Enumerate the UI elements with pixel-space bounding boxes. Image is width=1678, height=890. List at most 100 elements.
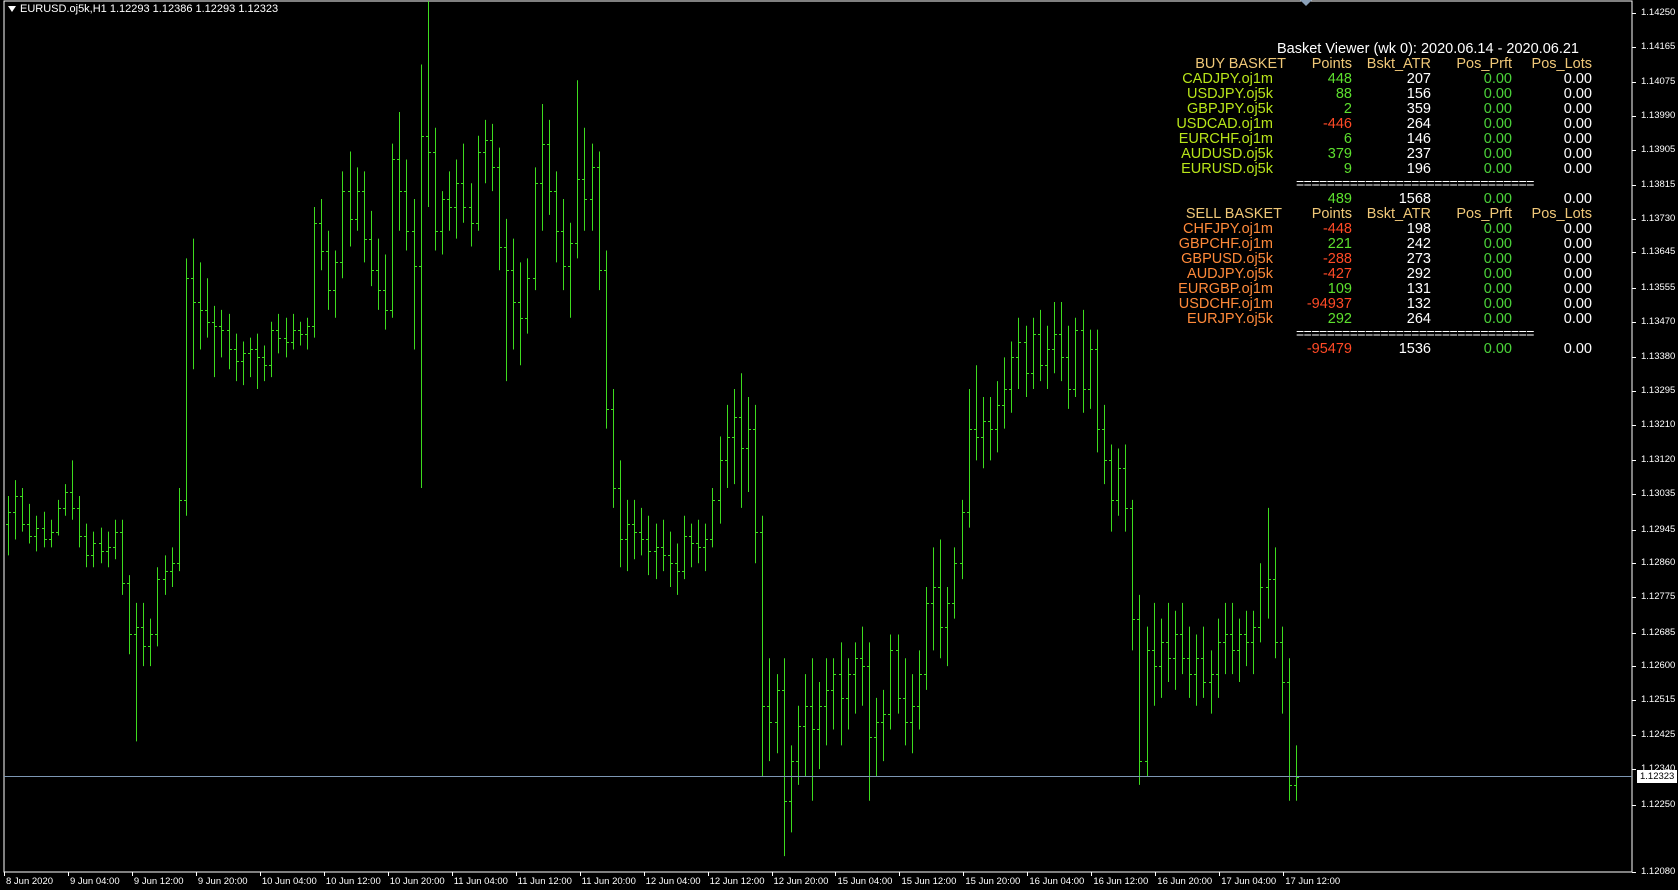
ohlc-bar — [255, 333, 260, 390]
price-tick-label: 1.12945 — [1641, 523, 1676, 535]
buy-row-lots: 0.00 — [1563, 86, 1592, 102]
dropdown-triangle-icon[interactable] — [8, 6, 16, 13]
ohlc-bar — [340, 171, 345, 279]
ohlc-bar — [561, 199, 566, 291]
price-tick-label: 1.13990 — [1641, 109, 1676, 121]
ohlc-bar — [1024, 325, 1029, 397]
ohlc-bar — [127, 575, 132, 655]
ohlc-bar — [1294, 745, 1299, 801]
time-tick-label: 12 Jun 04:00 — [645, 876, 701, 887]
time-tick-label: 9 Jun 12:00 — [133, 876, 184, 887]
ohlc-bar — [760, 515, 765, 777]
ohlc-bar — [1031, 317, 1036, 390]
ohlc-bar — [42, 511, 47, 548]
ohlc-bar — [440, 191, 445, 255]
buy-row-atr: 359 — [1406, 101, 1431, 117]
time-tick-label: 16 Jun 20:00 — [1157, 876, 1213, 887]
ohlc-bar — [632, 499, 637, 560]
buy-row-profit: 0.00 — [1483, 116, 1512, 132]
sell-row-atr: 198 — [1406, 221, 1431, 237]
ohlc-bar — [1280, 626, 1285, 714]
ohlc-bar — [276, 313, 281, 354]
ohlc-bar — [810, 658, 815, 801]
price-tick-label: 1.13905 — [1641, 143, 1676, 155]
ohlc-bar — [1159, 618, 1164, 698]
price-tick-label: 1.14250 — [1641, 7, 1676, 18]
ohlc-bar — [70, 460, 75, 520]
ohlc-bar — [390, 143, 395, 318]
price-tick-label: 1.12250 — [1641, 798, 1676, 810]
ohlc-bar — [298, 321, 303, 346]
ohlc-bar — [974, 365, 979, 461]
ohlc-bar — [1237, 618, 1242, 682]
chart-shift-marker-icon[interactable] — [1300, 0, 1312, 6]
buy-total-atr: 1568 — [1398, 191, 1431, 207]
ohlc-bar — [675, 543, 680, 595]
buy-col-header: Points — [1311, 56, 1352, 72]
price-tick-label: 1.12775 — [1641, 590, 1676, 602]
buy-row-symbol: EURUSD.oj5k — [1181, 161, 1273, 177]
sell-row-points: 109 — [1327, 281, 1352, 297]
ohlc-bar — [291, 313, 296, 350]
ohlc-bar — [1145, 626, 1150, 777]
ohlc-bar — [540, 104, 545, 231]
sell-row-profit: 0.00 — [1483, 236, 1512, 252]
ohlc-bar — [312, 206, 317, 338]
ohlc-bar — [1038, 309, 1043, 382]
ohlc-bar — [198, 262, 203, 350]
price-tick-label: 1.13470 — [1641, 315, 1676, 327]
ohlc-bar — [618, 460, 623, 568]
buy-row-lots: 0.00 — [1563, 146, 1592, 162]
sell-row-points: 221 — [1327, 236, 1352, 252]
ohlc-bar — [910, 674, 915, 754]
sell-row-atr: 132 — [1406, 296, 1431, 312]
price-tick-label: 1.13380 — [1641, 351, 1676, 363]
price-tick-label: 1.13035 — [1641, 487, 1676, 499]
ohlc-bar — [447, 171, 452, 231]
chart-window[interactable]: EURUSD.oj5k,H1 1.12293 1.12386 1.12293 1… — [0, 0, 1678, 890]
ohlc-bar — [91, 531, 96, 568]
sell-col-header: Pos_Lots — [1531, 206, 1592, 222]
ohlc-bar — [803, 674, 808, 777]
ohlc-bar — [6, 495, 11, 556]
ohlc-bar — [1251, 610, 1256, 675]
ohlc-bar — [1258, 563, 1263, 643]
time-tick-label: 15 Jun 04:00 — [837, 876, 893, 887]
price-tick-label: 1.13645 — [1641, 246, 1676, 258]
ohlc-bar — [960, 499, 965, 580]
ohlc-bar — [981, 396, 986, 469]
buy-row-atr: 207 — [1406, 71, 1431, 87]
sell-total-points: -95479 — [1306, 341, 1352, 357]
buy-row-profit: 0.00 — [1483, 146, 1512, 162]
ohlc-bar — [426, 1, 431, 207]
ohlc-bar — [99, 527, 104, 564]
sell-total-atr: 1536 — [1398, 341, 1431, 357]
sell-row-symbol: AUDJPY.oj5k — [1187, 266, 1273, 282]
buy-col-header: Bskt_ATR — [1366, 56, 1431, 72]
sell-row-atr: 242 — [1406, 236, 1431, 252]
buy-row-profit: 0.00 — [1483, 71, 1512, 87]
ohlc-bar — [682, 515, 687, 580]
ohlc-bar — [718, 436, 723, 524]
ohlc-bar — [703, 523, 708, 572]
price-tick-label: 1.12685 — [1641, 626, 1676, 638]
ohlc-bar — [1194, 634, 1199, 706]
time-tick-label: 10 Jun 20:00 — [389, 876, 445, 887]
ohlc-bar — [1016, 317, 1021, 390]
buy-row-atr: 156 — [1406, 86, 1431, 102]
ohlc-bar — [831, 658, 836, 730]
chart-header: EURUSD.oj5k,H1 1.12293 1.12386 1.12293 1… — [8, 3, 278, 15]
time-tick-label: 17 Jun 04:00 — [1221, 876, 1277, 887]
time-tick-label: 8 Jun 2020 — [6, 876, 54, 887]
time-tick-label: 17 Jun 12:00 — [1285, 876, 1341, 887]
ohlc-bar — [533, 167, 538, 291]
ohlc-bar — [191, 238, 196, 370]
ohlc-bar — [454, 159, 459, 239]
ohlc-bar — [767, 658, 772, 762]
ohlc-bar — [1116, 448, 1121, 516]
buy-row-symbol: USDJPY.oj5k — [1187, 86, 1273, 102]
sell-row-atr: 131 — [1406, 281, 1431, 297]
ohlc-bar — [241, 341, 246, 386]
price-tick-label: 1.12860 — [1641, 557, 1676, 569]
ohlc-bar — [184, 258, 189, 516]
